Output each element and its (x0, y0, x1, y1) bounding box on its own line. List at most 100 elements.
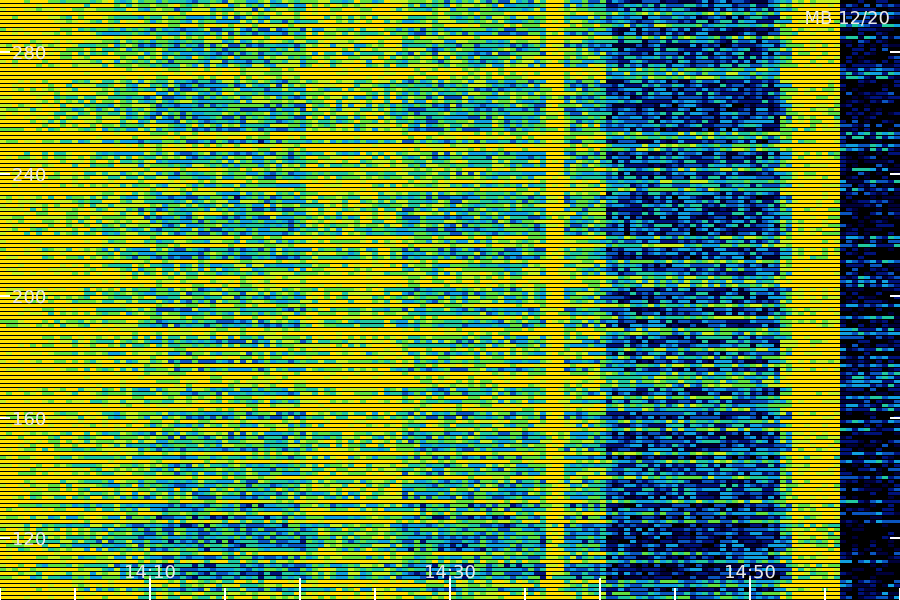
heatmap-cell (480, 72, 486, 75)
heatmap-cell (336, 16, 342, 19)
heatmap-cell (552, 124, 558, 127)
heatmap-cell (144, 108, 150, 111)
heatmap-cell (306, 52, 312, 55)
heatmap-cell (36, 84, 42, 87)
heatmap-cell (396, 108, 402, 111)
heatmap-cell (606, 128, 612, 131)
heatmap-cell (12, 112, 18, 115)
heatmap-cell (504, 80, 510, 83)
heatmap-cell (408, 92, 414, 95)
heatmap-cell (708, 32, 714, 35)
heatmap-cell (114, 84, 120, 87)
heatmap-cell (474, 84, 480, 87)
heatmap-cell (60, 128, 66, 131)
heatmap-cell (606, 60, 612, 63)
heatmap-cell (816, 120, 822, 123)
heatmap-cell (540, 36, 546, 39)
heatmap-cell (420, 76, 426, 79)
heatmap-cell (732, 36, 738, 39)
heatmap-cell (336, 72, 342, 75)
heatmap-cell (768, 16, 774, 19)
heatmap-cell (126, 84, 132, 87)
heatmap-cell (360, 108, 366, 111)
heatmap-cell (732, 96, 738, 99)
heatmap-cell (564, 112, 570, 115)
heatmap-cell (474, 32, 480, 35)
heatmap-cell (30, 64, 36, 67)
heatmap-cell (486, 12, 492, 15)
heatmap-cell (738, 132, 744, 135)
heatmap-cell (558, 112, 564, 115)
heatmap-cell (744, 20, 750, 23)
heatmap-cell (510, 56, 516, 59)
heatmap-cell (462, 0, 468, 3)
heatmap-cell (564, 52, 570, 55)
heatmap-cell (156, 104, 162, 107)
heatmap-cell (270, 72, 276, 75)
heatmap-cell (732, 16, 738, 19)
heatmap-cell (114, 60, 120, 63)
heatmap-cell (54, 28, 60, 31)
heatmap-cell (576, 60, 582, 63)
heatmap-cell (192, 124, 198, 127)
heatmap-cell (408, 60, 414, 63)
heatmap-cell (270, 80, 276, 83)
heatmap-cell (216, 0, 222, 3)
heatmap-cell (576, 56, 582, 59)
heatmap-cell (348, 96, 354, 99)
heatmap-cell (378, 20, 384, 23)
heatmap-cell (12, 4, 18, 7)
heatmap-cell (288, 60, 294, 63)
heatmap-cell (450, 92, 456, 95)
heatmap-cell (24, 84, 30, 87)
heatmap-cell (576, 20, 582, 23)
heatmap-cell (756, 32, 762, 35)
heatmap-cell (180, 80, 186, 83)
heatmap-cell (354, 100, 360, 103)
heatmap-cell (54, 48, 60, 51)
heatmap-cell (594, 48, 600, 51)
heatmap-cell (636, 4, 642, 7)
heatmap-cell (366, 24, 372, 27)
heatmap-cell (672, 4, 678, 7)
heatmap-cell (348, 88, 354, 91)
heatmap-cell (468, 128, 474, 131)
heatmap-cell (138, 104, 144, 107)
heatmap-cell (564, 96, 570, 99)
heatmap-cell (270, 124, 276, 127)
heatmap-cell (192, 44, 198, 47)
heatmap-cell (258, 36, 264, 39)
heatmap-cell (132, 104, 138, 107)
heatmap-cell (642, 32, 648, 35)
heatmap-cell (456, 32, 462, 35)
heatmap-cell (330, 60, 336, 63)
heatmap-cell (870, 100, 876, 103)
heatmap-cell (258, 124, 264, 127)
heatmap-cell (732, 92, 738, 95)
heatmap-cell (222, 52, 228, 55)
heatmap-cell (318, 64, 324, 67)
heatmap-cell (660, 108, 666, 111)
heatmap-cell (714, 56, 720, 59)
heatmap-cell (456, 44, 462, 47)
heatmap-cell (108, 136, 114, 139)
heatmap-cell (444, 44, 450, 47)
heatmap-cell (456, 36, 462, 39)
heatmap-cell (258, 4, 264, 7)
heatmap-cell (744, 100, 750, 103)
heatmap-cell (138, 24, 144, 27)
heatmap-cell (120, 112, 126, 115)
heatmap-cell (198, 36, 204, 39)
heatmap-cell (264, 100, 270, 103)
heatmap-cell (894, 16, 900, 19)
heatmap-cell (180, 4, 186, 7)
heatmap-cell (420, 52, 426, 55)
heatmap-cell (144, 132, 150, 135)
heatmap-cell (360, 20, 366, 23)
heatmap-cell (414, 48, 420, 51)
heatmap-cell (162, 36, 168, 39)
heatmap-cell (780, 128, 786, 131)
heatmap-cell (540, 32, 546, 35)
heatmap-cell (384, 92, 390, 95)
heatmap-cell (54, 44, 60, 47)
